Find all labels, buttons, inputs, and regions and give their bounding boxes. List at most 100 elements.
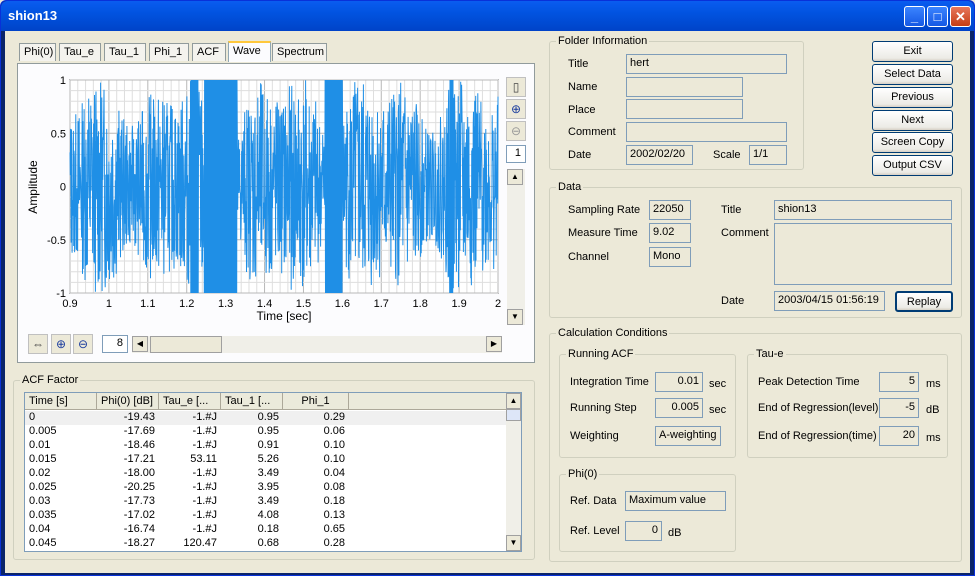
zoom-out-icon[interactable]: ⊖	[506, 121, 526, 141]
scroll-down-icon[interactable]: ▼	[507, 309, 523, 325]
tab-acf[interactable]: ACF	[192, 43, 226, 61]
table-cell: 0.08	[323, 481, 345, 493]
page-layout-icon[interactable]: ▯	[506, 77, 526, 97]
table-row[interactable]: 0.02 -18.00 -1.#J 3.49 0.04	[25, 467, 507, 481]
end-reg-level-field[interactable]: -5	[879, 398, 919, 418]
folder-title-field[interactable]: hert	[626, 54, 787, 74]
running-step-field[interactable]: 0.005	[655, 398, 703, 418]
end-reg-time-field[interactable]: 20	[879, 426, 919, 446]
table-row[interactable]: 0.01 -18.46 -1.#J 0.91 0.10	[25, 439, 507, 453]
zoom-level-field[interactable]: 8	[102, 335, 128, 353]
folder-name-field[interactable]	[626, 77, 743, 97]
weighting-label: Weighting	[570, 430, 619, 442]
col-tau-e[interactable]: Tau_e [...	[159, 393, 221, 410]
tab-phi-1[interactable]: Phi_1	[149, 43, 189, 61]
table-row[interactable]: 0.035 -17.02 -1.#J 4.08 0.13	[25, 509, 507, 523]
next-button[interactable]: Next	[872, 110, 953, 131]
table-cell: 0.02	[29, 467, 51, 479]
horizontal-scrollbar[interactable]: ◀ ▶	[132, 336, 502, 353]
col-tau-1[interactable]: Tau_1 [...	[221, 393, 283, 410]
table-cell: 120.47	[183, 537, 217, 549]
select-data-button[interactable]: Select Data	[872, 64, 953, 85]
table-cell: 0.06	[323, 425, 345, 437]
measure-time-field[interactable]: 9.02	[649, 223, 691, 243]
table-cell: -1.#J	[192, 523, 217, 535]
tab-phi0[interactable]: Phi(0)	[19, 43, 56, 61]
tab-wave[interactable]: Wave	[228, 41, 271, 62]
table-row[interactable]: 0.04 -16.74 -1.#J 0.18 0.65	[25, 523, 507, 537]
x-tick-label: 1	[106, 298, 112, 310]
y-tick-label: 0	[60, 182, 66, 194]
tau-e-group: Tau-e Peak Detection Time 5 ms End of Re…	[747, 348, 948, 458]
ref-data-field[interactable]: Maximum value	[625, 491, 726, 511]
page-number-field[interactable]: 1	[506, 145, 526, 163]
table-cell: 0.045	[29, 537, 57, 549]
data-date-field[interactable]: 2003/04/15 01:56:19	[774, 291, 885, 311]
table-row[interactable]: 0.025 -20.25 -1.#J 3.95 0.08	[25, 481, 507, 495]
sampling-rate-field[interactable]: 22050	[649, 200, 691, 220]
folder-place-field[interactable]	[626, 99, 743, 119]
exit-button[interactable]: Exit	[872, 41, 953, 62]
table-row[interactable]: 0.005 -17.69 -1.#J 0.95 0.06	[25, 425, 507, 439]
acf-table-header: Time [s] Phi(0) [dB] Tau_e [... Tau_1 [.…	[25, 393, 507, 410]
vertical-scrollbar[interactable]: ▲ ▼	[507, 169, 525, 325]
acf-scroll-down-icon[interactable]: ▼	[506, 535, 521, 551]
folder-date-label: Date	[568, 149, 592, 161]
tab-tau-e[interactable]: Tau_e	[59, 43, 101, 61]
close-icon[interactable]: ✕	[950, 6, 971, 27]
channel-field[interactable]: Mono	[649, 247, 691, 267]
x-tick-label: 1.3	[218, 298, 233, 310]
col-phi0[interactable]: Phi(0) [dB]	[97, 393, 159, 410]
main-window: shion13 _ □ ✕ Phi(0) Tau_e Tau_1 Phi_1 A…	[0, 0, 975, 576]
scroll-left-icon[interactable]: ◀	[132, 336, 148, 352]
col-time[interactable]: Time [s]	[25, 393, 97, 410]
folder-scale-field[interactable]: 1/1	[749, 145, 787, 165]
table-cell: -1.#J	[192, 411, 217, 423]
ref-level-field[interactable]: 0	[625, 521, 662, 541]
scroll-thumb[interactable]	[150, 336, 222, 353]
tab-tau-1[interactable]: Tau_1	[104, 43, 146, 61]
acf-scroll-up-icon[interactable]: ▲	[506, 393, 521, 409]
running-acf-label: Running ACF	[566, 348, 636, 360]
phi0-group: Phi(0) Ref. Data Maximum value Ref. Leve…	[559, 468, 736, 552]
data-title-field[interactable]: shion13	[774, 200, 952, 220]
fit-width-icon[interactable]: ⇔	[28, 334, 48, 354]
calc-conditions-label: Calculation Conditions	[556, 327, 670, 339]
data-comment-field[interactable]	[774, 223, 952, 285]
table-row[interactable]: 0.045 -18.27 120.47 0.68 0.28	[25, 537, 507, 551]
tab-spectrum[interactable]: Spectrum	[272, 43, 327, 61]
folder-date-field[interactable]: 2002/02/20	[626, 145, 693, 165]
scroll-right-icon[interactable]: ▶	[486, 336, 502, 352]
zoom-in-icon[interactable]: ⊕	[506, 99, 526, 119]
folder-comment-label: Comment	[568, 126, 616, 138]
table-cell: 3.49	[257, 467, 279, 479]
table-row[interactable]: 0.015 -17.21 53.11 5.26 0.10	[25, 453, 507, 467]
y-tick-label: 1	[60, 75, 66, 87]
acf-scroll-thumb[interactable]	[506, 409, 521, 421]
minimize-icon[interactable]: _	[904, 6, 925, 27]
scroll-up-icon[interactable]: ▲	[507, 169, 523, 185]
table-cell: -18.46	[123, 439, 155, 451]
weighting-field[interactable]: A-weighting	[655, 426, 721, 446]
integration-time-field[interactable]: 0.01	[655, 372, 703, 392]
table-cell: -20.25	[123, 481, 155, 493]
output-csv-button[interactable]: Output CSV	[872, 155, 953, 176]
peak-detection-field[interactable]: 5	[879, 372, 919, 392]
table-row[interactable]: 0.03 -17.73 -1.#J 3.49 0.18	[25, 495, 507, 509]
title-bar[interactable]: shion13 _ □ ✕	[1, 1, 974, 31]
previous-button[interactable]: Previous	[872, 87, 953, 108]
x-tick-label: 1.8	[413, 298, 428, 310]
table-cell: -1.#J	[192, 481, 217, 493]
zoom-in-x-icon[interactable]: ⊕	[51, 334, 71, 354]
screen-copy-button[interactable]: Screen Copy	[872, 132, 953, 153]
maximize-icon[interactable]: □	[927, 6, 948, 27]
replay-button[interactable]: Replay	[895, 291, 953, 312]
end-reg-level-unit: dB	[926, 404, 940, 416]
table-cell: 0.10	[323, 439, 345, 451]
table-cell: -1.#J	[192, 439, 217, 451]
acf-scrollbar[interactable]: ▲ ▼	[506, 393, 521, 551]
zoom-out-x-icon[interactable]: ⊖	[73, 334, 93, 354]
col-phi-1[interactable]: Phi_1	[283, 393, 349, 410]
folder-comment-field[interactable]	[626, 122, 787, 142]
table-row[interactable]: 0 -19.43 -1.#J 0.95 0.29	[25, 411, 507, 425]
